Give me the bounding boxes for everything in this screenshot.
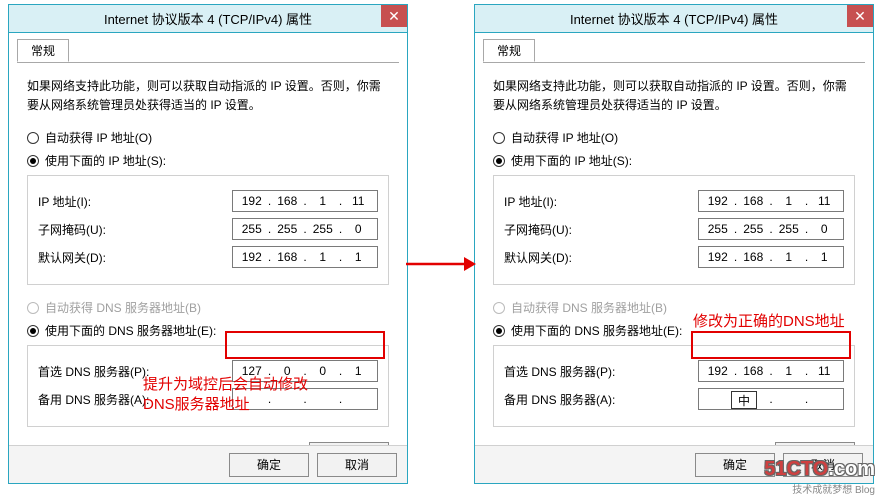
radio-manual-ip[interactable]: 使用下面的 IP 地址(S): (493, 152, 855, 169)
default-gateway-input[interactable]: 192. 168. 1. 1 (698, 246, 844, 268)
label-mask: 子网掩码(U): (38, 221, 106, 238)
radio-manual-ip[interactable]: 使用下面的 IP 地址(S): (27, 152, 389, 169)
label-dns2: 备用 DNS 服务器(A): (504, 391, 615, 408)
label-ip: IP 地址(I): (504, 193, 557, 210)
ok-button[interactable]: 确定 (229, 453, 309, 477)
annotation-after: 修改为正确的DNS地址 (693, 312, 845, 332)
radio-icon (493, 132, 505, 144)
description-text: 如果网络支持此功能，则可以获取自动指派的 IP 设置。否则，你需要从网络系统管理… (27, 77, 389, 115)
tab-strip: 常规 (9, 39, 407, 63)
tab-general[interactable]: 常规 (483, 39, 535, 62)
description-text: 如果网络支持此功能，则可以获取自动指派的 IP 设置。否则，你需要从网络系统管理… (493, 77, 855, 115)
close-button[interactable]: ✕ (847, 5, 873, 27)
annotation-before: 提升为域控后会自动修改 DNS服务器地址 (143, 375, 308, 416)
label-dns1: 首选 DNS 服务器(P): (38, 363, 149, 380)
window-title: Internet 协议版本 4 (TCP/IPv4) 属性 (104, 9, 312, 28)
radio-icon (493, 302, 505, 314)
ip-group: IP 地址(I): 192. 168. 1. 11 子网掩码(U): 255. … (27, 175, 389, 285)
cancel-button[interactable]: 取消 (317, 453, 397, 477)
ip-group: IP 地址(I): 192. 168. 1. 11 子网掩码(U): 255. … (493, 175, 855, 285)
radio-icon (27, 132, 39, 144)
arrow-icon (406, 254, 476, 274)
ip-address-input[interactable]: 192. 168. 1. 11 (232, 190, 378, 212)
close-icon: ✕ (388, 8, 400, 25)
radio-auto-ip[interactable]: 自动获得 IP 地址(O) (493, 129, 855, 146)
label-mask: 子网掩码(U): (504, 221, 572, 238)
label-dns1: 首选 DNS 服务器(P): (504, 363, 615, 380)
tab-general[interactable]: 常规 (17, 39, 69, 62)
highlight-box-dns-before (225, 331, 385, 359)
highlight-box-dns-after (691, 331, 851, 359)
radio-icon (27, 302, 39, 314)
radio-icon (493, 325, 505, 337)
title-bar: Internet 协议版本 4 (TCP/IPv4) 属性 ✕ (9, 5, 407, 33)
radio-auto-dns[interactable]: 自动获得 DNS 服务器地址(B) (27, 299, 389, 316)
label-gateway: 默认网关(D): (38, 249, 106, 266)
cancel-button[interactable]: 取消 (783, 453, 863, 477)
preferred-dns-input[interactable]: 192. 168. 1. 11 (698, 360, 844, 382)
subnet-mask-input[interactable]: 255. 255. 255. 0 (232, 218, 378, 240)
tab-strip: 常规 (475, 39, 873, 63)
label-gateway: 默认网关(D): (504, 249, 572, 266)
radio-icon (493, 155, 505, 167)
default-gateway-input[interactable]: 192. 168. 1. 1 (232, 246, 378, 268)
radio-icon (27, 325, 39, 337)
window-title: Internet 协议版本 4 (TCP/IPv4) 属性 (570, 9, 778, 28)
ip-address-input[interactable]: 192. 168. 1. 11 (698, 190, 844, 212)
tcpip-properties-dialog-after: Internet 协议版本 4 (TCP/IPv4) 属性 ✕ 常规 如果网络支… (474, 4, 874, 484)
radio-auto-ip[interactable]: 自动获得 IP 地址(O) (27, 129, 389, 146)
close-button[interactable]: ✕ (381, 5, 407, 27)
title-bar: Internet 协议版本 4 (TCP/IPv4) 属性 ✕ (475, 5, 873, 33)
tab-content: 如果网络支持此功能，则可以获取自动指派的 IP 设置。否则，你需要从网络系统管理… (475, 63, 873, 474)
ime-indicator: 中 (731, 391, 757, 409)
tcpip-properties-dialog-before: Internet 协议版本 4 (TCP/IPv4) 属性 ✕ 常规 如果网络支… (8, 4, 408, 484)
label-dns2: 备用 DNS 服务器(A): (38, 391, 149, 408)
radio-icon (27, 155, 39, 167)
subnet-mask-input[interactable]: 255. 255. 255. 0 (698, 218, 844, 240)
dialog-button-bar: 确定 取消 (9, 445, 407, 483)
dialog-button-bar: 确定 取消 (475, 445, 873, 483)
close-icon: ✕ (854, 8, 866, 25)
label-ip: IP 地址(I): (38, 193, 91, 210)
alternate-dns-input[interactable]: . . . (698, 388, 844, 410)
ok-button[interactable]: 确定 (695, 453, 775, 477)
